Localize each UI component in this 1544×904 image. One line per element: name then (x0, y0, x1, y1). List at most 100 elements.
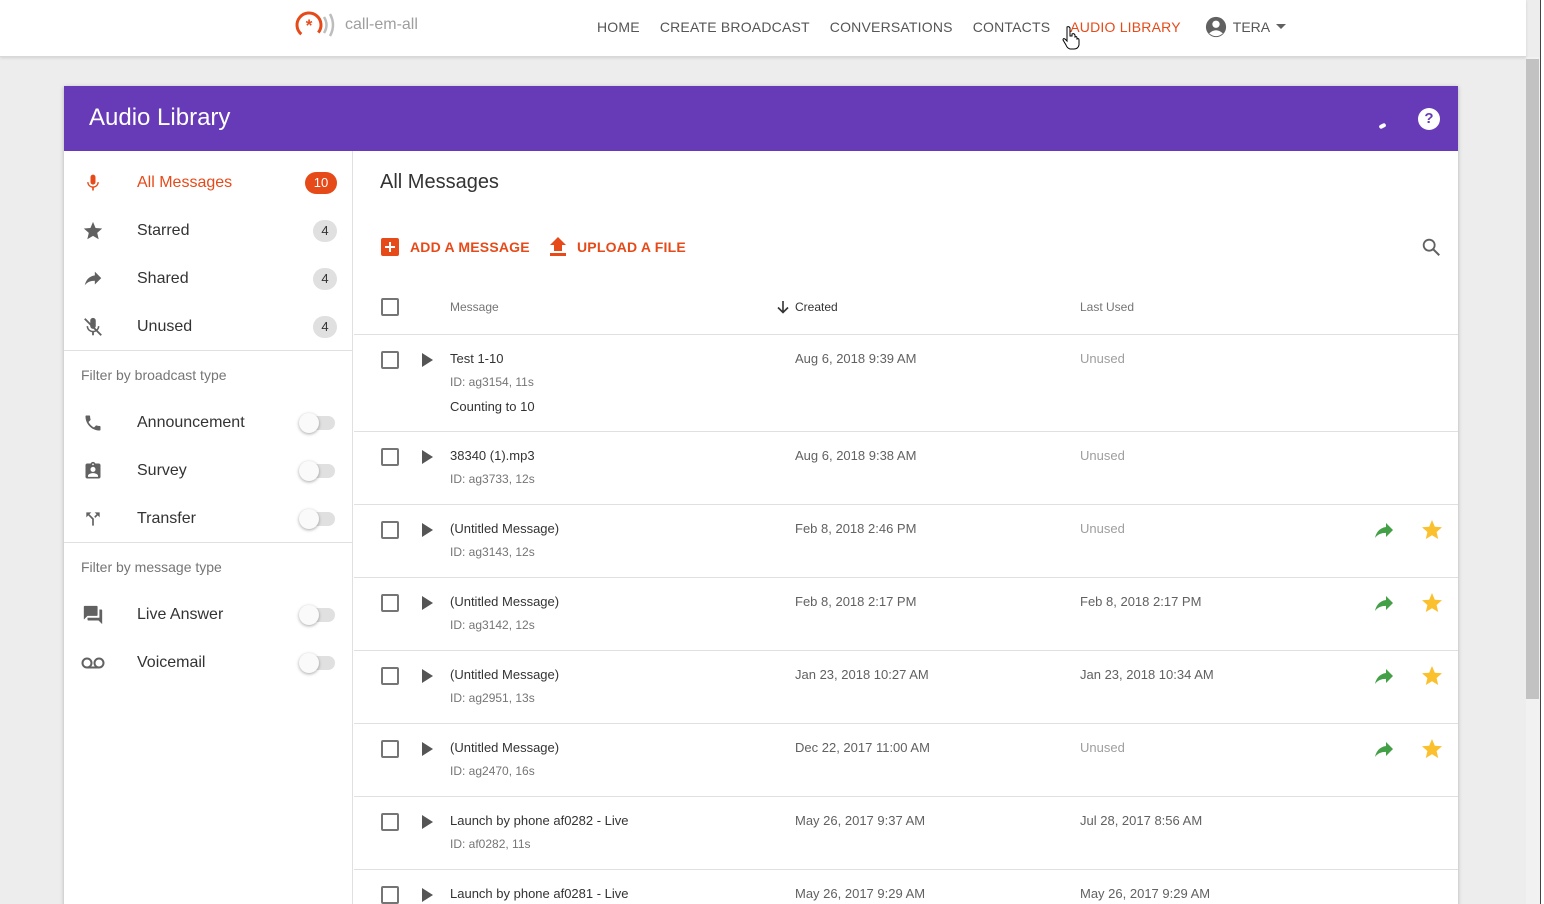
loading-indicator (1378, 122, 1387, 130)
star-icon[interactable] (1420, 664, 1444, 688)
sidebar-item-shared[interactable]: Shared 4 (64, 255, 353, 303)
sidebar-item-starred[interactable]: Starred 4 (64, 207, 353, 255)
filter-live-answer: Live Answer (64, 591, 353, 639)
table-row[interactable]: Launch by phone af0282 - Live ID: af0282,… (354, 797, 1458, 870)
filter-voicemail: Voicemail (64, 639, 353, 687)
table-row[interactable]: (Untitled Message) ID: ag2470, 16s Dec 22,… (354, 724, 1458, 797)
play-icon[interactable] (422, 888, 433, 902)
brand-logo[interactable]: * call-em-all (295, 9, 418, 41)
created-header-label: Created (795, 300, 838, 314)
last-used-date: Jul 28, 2017 8:56 AM (1080, 813, 1203, 828)
sidebar-item-unused[interactable]: Unused 4 (64, 303, 353, 351)
voicemail-icon (81, 651, 105, 675)
live-answer-toggle[interactable] (299, 605, 335, 625)
table-row[interactable]: (Untitled Message) ID: ag2951, 13s Jan 23,… (354, 651, 1458, 724)
row-checkbox[interactable] (381, 813, 399, 831)
last-used-date: Feb 8, 2018 2:17 PM (1080, 594, 1202, 609)
broadcast-logo-icon: * (295, 11, 335, 39)
chevron-down-icon (1276, 24, 1287, 29)
upload-file-button[interactable]: UPLOAD A FILE (549, 237, 686, 257)
voicemail-toggle[interactable] (299, 653, 335, 673)
star-icon[interactable] (1420, 591, 1444, 615)
star-icon[interactable] (1420, 518, 1444, 542)
page-scrollbar[interactable] (1526, 57, 1540, 904)
table-row[interactable]: (Untitled Message) ID: ag3142, 12s Feb 8, … (354, 578, 1458, 651)
transfer-toggle[interactable] (299, 509, 335, 529)
created-date: May 26, 2017 9:37 AM (795, 813, 926, 828)
user-menu[interactable]: TERA (1205, 16, 1287, 38)
row-checkbox[interactable] (381, 448, 399, 466)
forum-icon (81, 603, 105, 627)
play-icon[interactable] (422, 815, 433, 829)
created-date: Aug 6, 2018 9:39 AM (795, 351, 917, 366)
table-row[interactable]: Launch by phone af0281 - Live May 26, 201… (354, 870, 1458, 904)
nav-home[interactable]: HOME (597, 19, 640, 35)
column-header-created[interactable]: Created (776, 300, 838, 314)
scrollbar-thumb[interactable] (1526, 59, 1539, 699)
message-id: ID: ag3143, 12s (450, 545, 535, 559)
nav-conversations[interactable]: CONVERSATIONS (830, 19, 953, 35)
phone-icon (81, 411, 105, 435)
play-icon[interactable] (422, 523, 433, 537)
call-split-icon (81, 507, 105, 531)
column-header-message[interactable]: Message (450, 300, 499, 314)
count-badge: 4 (313, 316, 337, 338)
message-name[interactable]: (Untitled Message) (450, 594, 559, 609)
filter-label: Voicemail (137, 654, 206, 671)
play-icon[interactable] (422, 450, 433, 464)
play-icon[interactable] (422, 669, 433, 683)
user-name: TERA (1232, 19, 1271, 35)
mic-icon (81, 171, 105, 195)
message-name[interactable]: 38340 (1).mp3 (450, 448, 535, 463)
message-name[interactable]: (Untitled Message) (450, 667, 559, 682)
sidebar-item-all-messages[interactable]: All Messages 10 (64, 159, 353, 207)
svg-text:*: * (306, 16, 313, 35)
add-box-icon (380, 237, 400, 257)
audio-library-card: Audio Library ? All Messages 10 Starred … (64, 86, 1458, 904)
add-message-button[interactable]: ADD A MESSAGE (380, 237, 530, 257)
nav-audio-library[interactable]: AUDIO LIBRARY (1070, 19, 1181, 35)
message-name[interactable]: (Untitled Message) (450, 740, 559, 755)
last-used-date: May 26, 2017 9:29 AM (1080, 886, 1211, 901)
row-checkbox[interactable] (381, 521, 399, 539)
share-icon[interactable] (1372, 519, 1396, 543)
top-nav-bar: * call-em-all HOME CREATE BROADCAST CONV… (0, 0, 1526, 57)
divider (64, 542, 353, 543)
nav-create-broadcast[interactable]: CREATE BROADCAST (660, 19, 810, 35)
row-checkbox[interactable] (381, 594, 399, 612)
last-used-date: Unused (1080, 448, 1125, 463)
row-checkbox[interactable] (381, 886, 399, 904)
table-row[interactable]: 38340 (1).mp3 ID: ag3733, 12s Aug 6, 2018 … (354, 432, 1458, 505)
play-icon[interactable] (422, 596, 433, 610)
message-name[interactable]: Test 1-10 (450, 351, 503, 366)
row-checkbox[interactable] (381, 740, 399, 758)
table-row[interactable]: Test 1-10 ID: ag3154, 11s Counting to 10 Au… (354, 335, 1458, 432)
survey-toggle[interactable] (299, 461, 335, 481)
add-message-label: ADD A MESSAGE (410, 239, 530, 255)
table-row[interactable]: (Untitled Message) ID: ag3143, 12s Feb 8, … (354, 505, 1458, 578)
share-icon[interactable] (1372, 738, 1396, 762)
card-header: Audio Library ? (64, 86, 1458, 151)
row-checkbox[interactable] (381, 351, 399, 369)
filter-announcement: Announcement (64, 399, 353, 447)
help-icon[interactable]: ? (1418, 108, 1440, 130)
play-icon[interactable] (422, 742, 433, 756)
message-name[interactable]: Launch by phone af0282 - Live (450, 813, 629, 828)
nav-contacts[interactable]: CONTACTS (973, 19, 1051, 35)
filter-label: Transfer (137, 510, 196, 527)
play-icon[interactable] (422, 353, 433, 367)
count-badge: 10 (305, 172, 337, 194)
share-icon[interactable] (1372, 665, 1396, 689)
clipboard-account-icon (81, 459, 105, 483)
share-icon[interactable] (1372, 592, 1396, 616)
broadcast-filter-title: Filter by broadcast type (81, 367, 227, 383)
message-name[interactable]: Launch by phone af0281 - Live (450, 886, 629, 901)
search-icon[interactable] (1420, 236, 1442, 258)
column-header-last-used[interactable]: Last Used (1080, 300, 1134, 314)
mic-off-icon (81, 315, 105, 339)
row-checkbox[interactable] (381, 667, 399, 685)
select-all-checkbox[interactable] (381, 298, 399, 316)
message-name[interactable]: (Untitled Message) (450, 521, 559, 536)
announcement-toggle[interactable] (299, 413, 335, 433)
star-icon[interactable] (1420, 737, 1444, 761)
